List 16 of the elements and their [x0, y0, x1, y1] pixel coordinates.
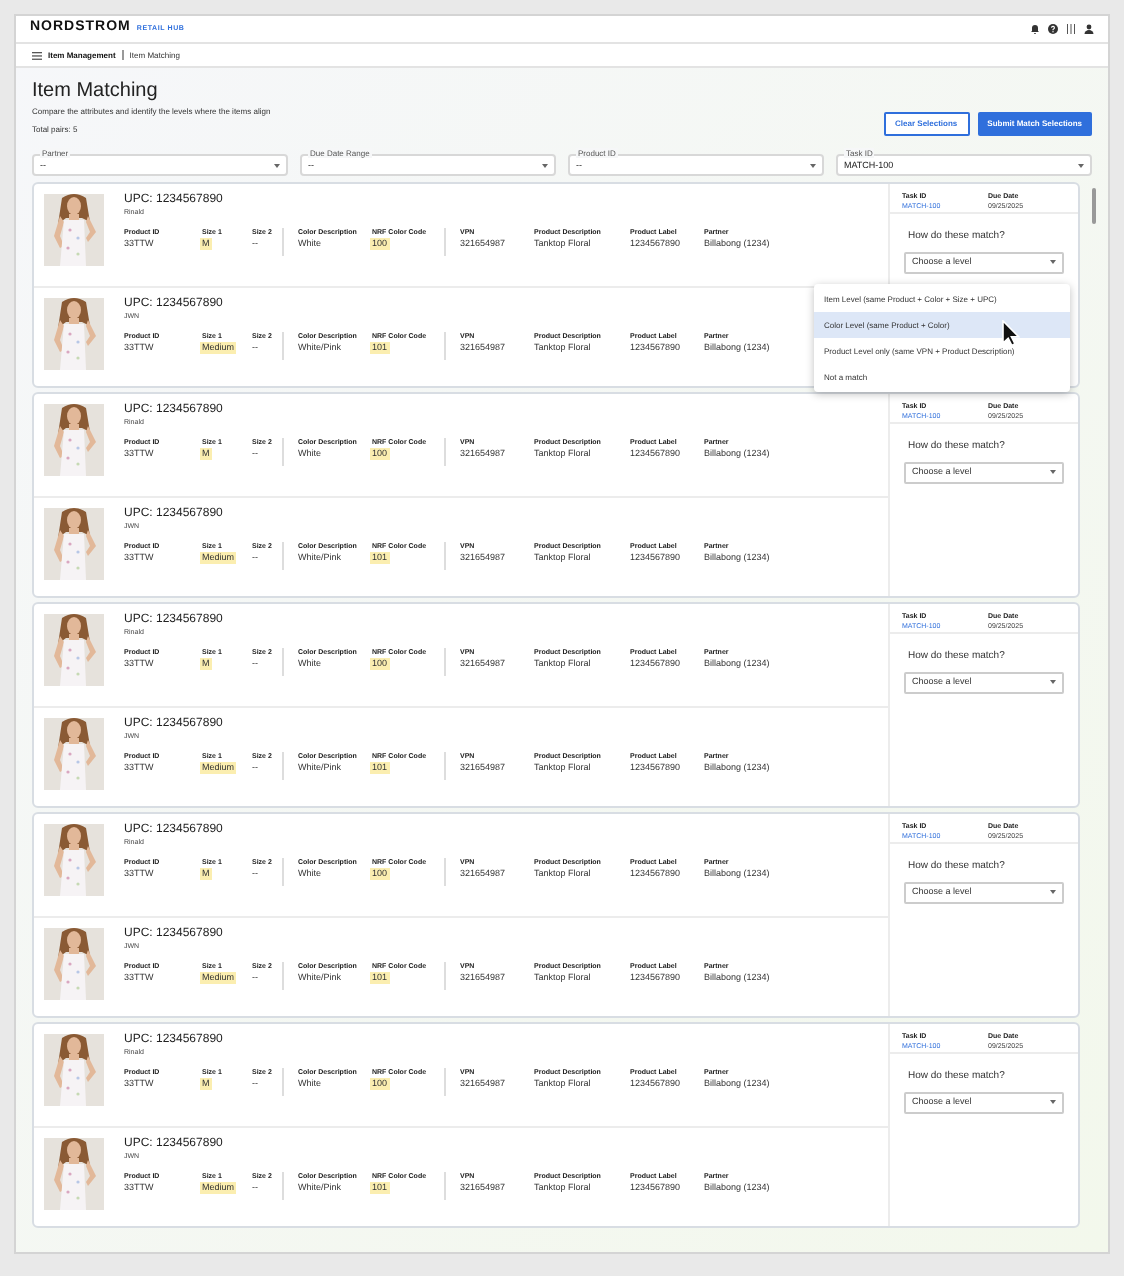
- caret-icon: [1050, 470, 1056, 474]
- caret-icon: [1050, 890, 1056, 894]
- caret-icon: [1078, 163, 1084, 167]
- caret-icon: [1050, 1100, 1056, 1104]
- page-title: Item Matching: [32, 80, 160, 104]
- caret-icon: [274, 163, 280, 167]
- scrollbar[interactable]: [1092, 188, 1096, 224]
- user-icon[interactable]: [1084, 24, 1094, 34]
- bell-icon[interactable]: [1030, 24, 1040, 34]
- cursor-icon: [1002, 320, 1020, 346]
- caret-icon: [542, 163, 548, 167]
- caret-icon: [1050, 260, 1056, 264]
- menu-icon[interactable]: [32, 51, 42, 59]
- caret-icon: [810, 163, 816, 167]
- caret-icon: [1050, 680, 1056, 684]
- help-icon[interactable]: [1048, 24, 1058, 34]
